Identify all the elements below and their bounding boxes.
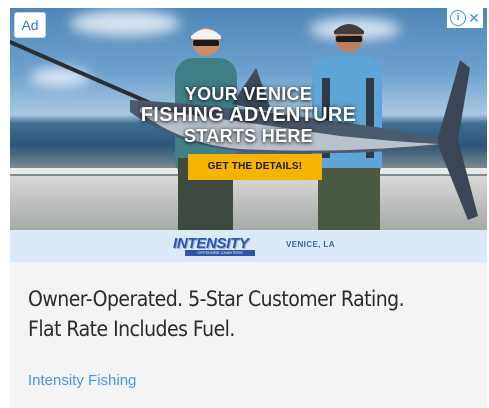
close-icon[interactable]: ✕ bbox=[468, 11, 480, 25]
headline-line-2: FISHING ADVENTURE bbox=[140, 104, 357, 126]
brand-tagline: OFFSHORE CHARTERS bbox=[185, 250, 255, 256]
display-ad[interactable]: YOUR VENICE FISHING ADVENTURE STARTS HER… bbox=[0, 0, 489, 408]
info-icon[interactable]: i bbox=[450, 10, 467, 26]
advertiser-link[interactable]: Intensity Fishing bbox=[28, 372, 136, 389]
brand-strip[interactable]: INTENSITY OFFSHORE CHARTERS VENICE, LA bbox=[10, 230, 487, 262]
brand-location: VENICE, LA bbox=[286, 240, 335, 249]
ad-hero-image[interactable]: YOUR VENICE FISHING ADVENTURE STARTS HER… bbox=[10, 8, 487, 230]
get-details-button[interactable]: GET THE DETAILS! bbox=[188, 154, 322, 180]
headline-line-3: STARTS HERE bbox=[184, 126, 313, 146]
ad-title[interactable]: Owner-Operated. 5-Star Customer Rating. … bbox=[28, 284, 433, 344]
ad-badge: Ad bbox=[14, 12, 46, 38]
adchoices-controls[interactable]: i ✕ bbox=[447, 8, 483, 28]
brand-logo: INTENSITY OFFSHORE CHARTERS bbox=[173, 235, 271, 257]
headline-line-1: YOUR VENICE bbox=[184, 84, 313, 104]
ad-text-section[interactable]: Owner-Operated. 5-Star Customer Rating. … bbox=[10, 262, 487, 408]
